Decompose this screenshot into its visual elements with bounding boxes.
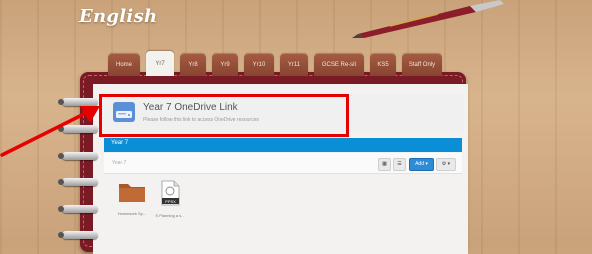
- file-item[interactable]: PPSX S Planning a s...: [151, 180, 189, 218]
- highlight-box: [99, 94, 349, 137]
- caret-down-icon: ▾: [447, 161, 451, 167]
- list-icon: ☰: [397, 161, 402, 167]
- folder-header-bar: [104, 138, 462, 152]
- list-view-button[interactable]: ☰: [393, 158, 406, 171]
- add-button-label: Add: [415, 161, 424, 167]
- binder-ring: [58, 231, 98, 239]
- grid-view-button[interactable]: ▦: [378, 158, 391, 171]
- settings-button[interactable]: ⚙ ▾: [436, 158, 456, 171]
- breadcrumb[interactable]: Year 7: [112, 160, 126, 166]
- file-name: Homework Sp...: [117, 211, 147, 216]
- tab-yr9[interactable]: Yr9: [212, 54, 238, 76]
- arrow-icon: [0, 106, 100, 157]
- tab-yr10[interactable]: Yr10: [244, 54, 274, 76]
- file-item[interactable]: Homework Sp...: [113, 180, 151, 216]
- tab-yr11[interactable]: Yr11: [280, 54, 308, 76]
- tab-home[interactable]: Home: [108, 54, 140, 76]
- tab-gcse-resit[interactable]: GCSE Re-sit: [314, 54, 364, 76]
- tab-staff-only[interactable]: Staff Only: [402, 54, 442, 76]
- file-name: S Planning a s...: [155, 213, 185, 218]
- binder-ring: [58, 205, 98, 213]
- tab-ks5[interactable]: KS5: [370, 54, 396, 76]
- grid-icon: ▦: [382, 161, 387, 167]
- ppsx-file-icon: PPSX: [161, 180, 180, 206]
- tab-yr8[interactable]: Yr8: [180, 54, 206, 76]
- add-button[interactable]: Add ▾: [409, 158, 434, 171]
- folder-title: Year 7: [111, 140, 129, 146]
- gear-icon: ⚙: [441, 161, 447, 167]
- tab-yr7[interactable]: Yr7: [146, 51, 174, 76]
- site-title: English: [79, 6, 158, 27]
- caret-down-icon: ▾: [425, 161, 428, 167]
- file-type-badge: PPSX: [165, 199, 176, 204]
- pen-icon: [352, 0, 504, 38]
- binder-ring: [58, 178, 98, 186]
- folder-icon: [119, 184, 145, 202]
